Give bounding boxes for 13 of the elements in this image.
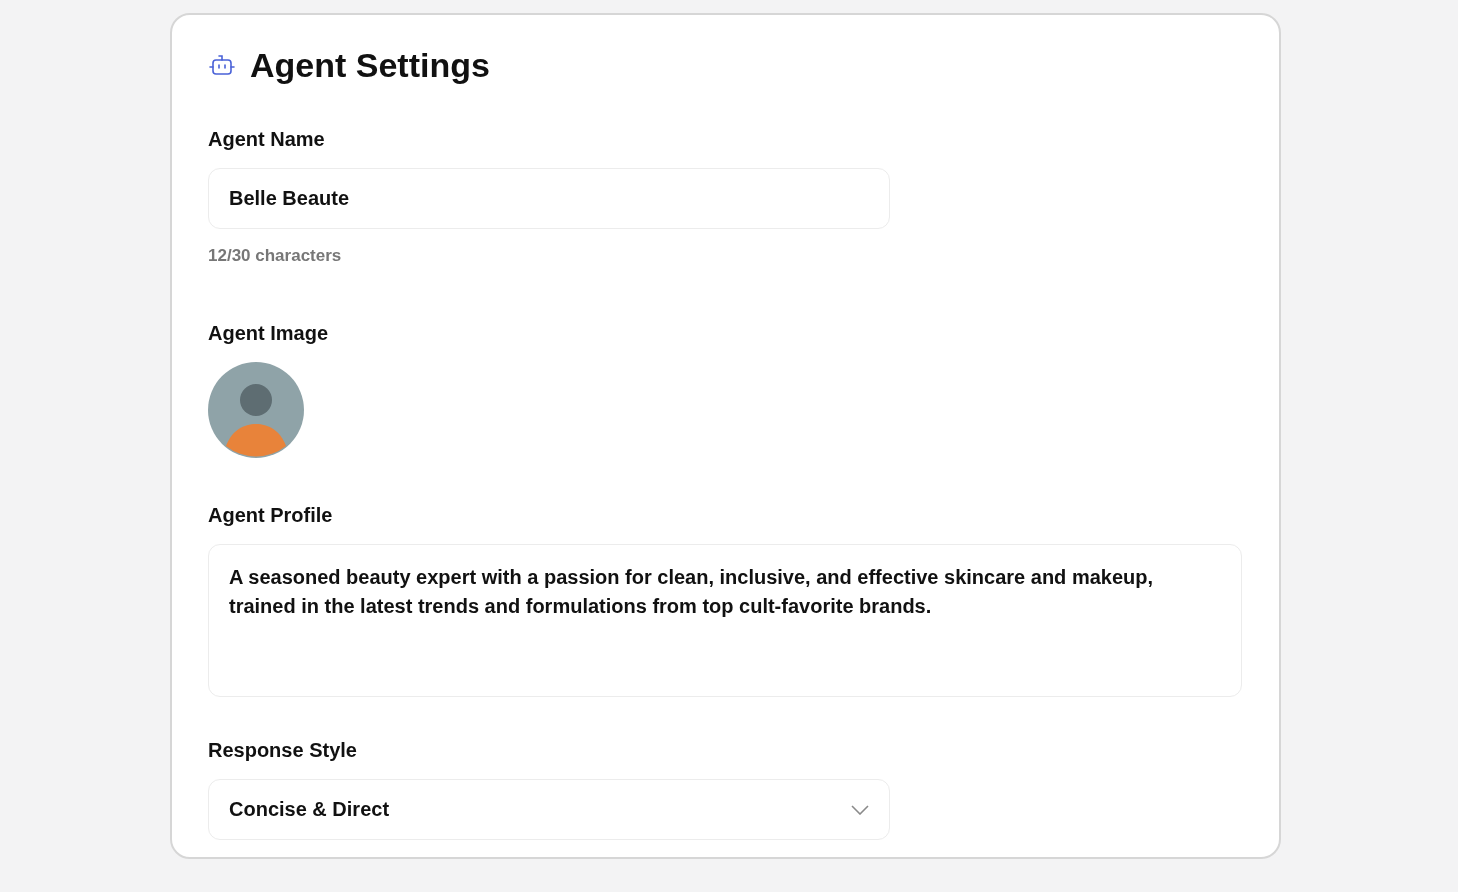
page-title: Agent Settings	[250, 45, 490, 85]
field-label: Agent Name	[208, 128, 326, 152]
character-counter: 12/30 characters	[208, 246, 343, 266]
field-label: Agent Profile	[208, 504, 334, 528]
avatar-silhouette[interactable]	[208, 362, 304, 458]
name-input-field[interactable]: Belle Beaute	[208, 168, 890, 229]
profile-textarea[interactable]: A seasoned beauty expert with a passion for clean, inclusive, and effective skincare and makeup, trained in the latest trends and formulations from top cult-favorite brands.	[208, 544, 1242, 697]
chevron-down-icon	[851, 804, 869, 815]
dropdown-value: Concise & Direct	[229, 798, 390, 821]
style-dropdown[interactable]: Concise & Direct	[208, 779, 890, 840]
field-label: Response Style	[208, 739, 358, 763]
robot-icon	[208, 53, 236, 77]
field-label: Agent Image	[208, 322, 330, 346]
